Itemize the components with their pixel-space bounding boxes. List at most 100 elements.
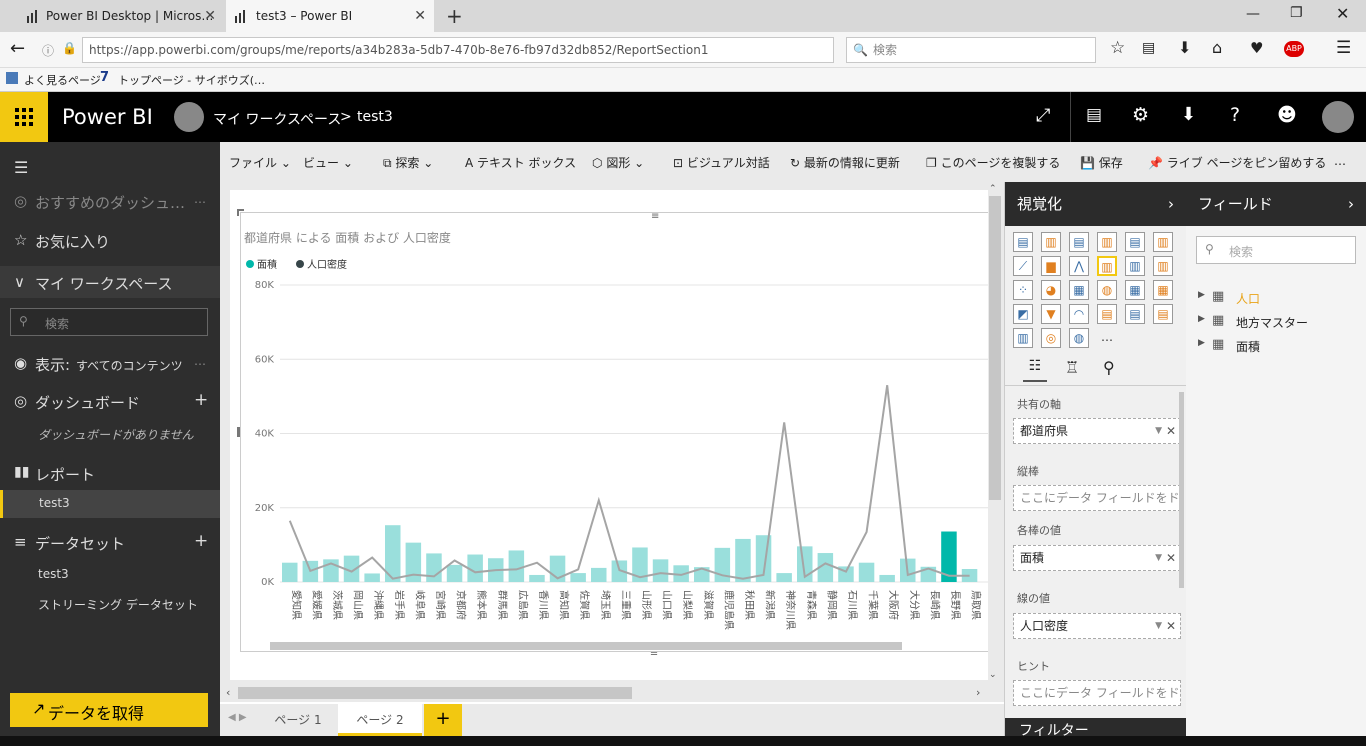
home-icon[interactable]: ⌂ — [1212, 38, 1222, 57]
nav-workspace[interactable]: ∨ マイ ワークスペース — [0, 266, 220, 298]
view-menu[interactable]: ビュー ⌄ — [303, 154, 353, 171]
field-table-item[interactable]: ▶ ▦ 面積 — [1196, 336, 1356, 356]
donut-visual-icon[interactable]: ◎ — [1041, 328, 1061, 348]
multirow-card-visual-icon[interactable]: ▤ — [1125, 304, 1145, 324]
reader-icon[interactable]: ▤ — [1142, 40, 1155, 56]
report-item-test3[interactable]: test3 — [0, 490, 220, 518]
get-data-button[interactable]: ↗ データを取得 — [10, 693, 208, 727]
feedback-icon[interactable]: ☻ — [1277, 104, 1297, 126]
nav-dashboards[interactable]: ダッシュボード — [35, 392, 140, 413]
file-menu[interactable]: ファイル ⌄ — [229, 154, 291, 171]
browser-tab-2[interactable]: test3 – Power BI ✕ — [226, 0, 434, 32]
scatter-visual-icon[interactable]: ⁘ — [1013, 280, 1033, 300]
prev-page-icon[interactable]: ◀ ▶ — [228, 712, 247, 723]
adblock-icon[interactable]: ABP — [1284, 41, 1304, 57]
shared-axis-well[interactable]: 都道府県 ▼ ✕ — [1013, 418, 1181, 444]
tooltips-well[interactable]: ここにデータ フィールドをドラ… — [1013, 680, 1181, 706]
pie-visual-icon[interactable]: ◕ — [1041, 280, 1061, 300]
user-avatar[interactable] — [1322, 101, 1354, 133]
100-column-visual-icon[interactable]: ▥ — [1153, 232, 1173, 252]
maximize-icon[interactable]: ❐ — [1290, 5, 1303, 21]
fields-search-input[interactable]: ⚲ 検索 — [1196, 236, 1356, 264]
pocket-icon[interactable]: ♥ — [1250, 39, 1263, 57]
stacked-bar-visual-icon[interactable]: ▤ — [1013, 232, 1033, 252]
stacked-area-visual-icon[interactable]: ⋀ — [1069, 256, 1089, 276]
help-icon[interactable]: ? — [1230, 104, 1240, 126]
back-icon[interactable]: ← — [10, 38, 25, 59]
new-tab-icon[interactable]: + — [446, 4, 463, 28]
visual-interactions-button[interactable]: ⊡ ビジュアル対話 — [673, 154, 770, 171]
fullscreen-icon[interactable]: ⤢ — [1036, 105, 1050, 126]
scroll-down-icon[interactable]: ⌄ — [989, 670, 997, 680]
toolbar-more-icon[interactable]: … — [1334, 154, 1346, 168]
gear-icon[interactable]: ⚙ — [1132, 104, 1149, 126]
explore-menu[interactable]: ⧉ 探索 ⌄ — [383, 154, 433, 171]
clustered-column-visual-icon[interactable]: ▥ — [1097, 232, 1117, 252]
info-icon[interactable]: ⓘ — [42, 42, 54, 59]
map-visual-icon[interactable]: ◍ — [1097, 280, 1117, 300]
scrollbar-thumb[interactable] — [989, 196, 1001, 500]
100-bar-visual-icon[interactable]: ▤ — [1125, 232, 1145, 252]
add-dashboard-icon[interactable]: + — [194, 390, 208, 410]
area-visual-icon[interactable]: ▆ — [1041, 256, 1061, 276]
shapes-menu[interactable]: ⬡ 図形 ⌄ — [592, 154, 644, 171]
nav-recommended[interactable]: おすすめのダッシュ… — [35, 192, 185, 213]
nav-reports[interactable]: レポート — [35, 464, 95, 485]
scroll-up-icon[interactable]: ⌃ — [989, 184, 997, 194]
column-series-well[interactable]: ここにデータ フィールドをドラ… — [1013, 485, 1181, 511]
chevron-right-icon[interactable]: › — [1348, 182, 1354, 226]
bookmark-frequent[interactable]: よく見るページ — [24, 72, 101, 88]
hamburger-icon[interactable]: ☰ — [14, 158, 28, 177]
app-launcher-icon[interactable] — [0, 92, 48, 142]
bookmark-cybozu[interactable]: トップページ - サイボウズ(… — [118, 72, 265, 88]
matrix-visual-icon[interactable]: ▦ — [1153, 280, 1173, 300]
duplicate-page-button[interactable]: ❐ このページを複製する — [926, 154, 1060, 171]
browser-search-input[interactable]: 🔍 検索 — [846, 37, 1096, 63]
clustered-bar-visual-icon[interactable]: ▤ — [1069, 232, 1089, 252]
nav-view-value[interactable]: すべてのコンテンツ — [76, 357, 183, 374]
page-tab-2[interactable]: ページ 2 — [338, 704, 422, 736]
sidebar-search-input[interactable]: ⚲ 検索 — [10, 308, 208, 336]
chevron-right-icon[interactable]: › — [1168, 182, 1174, 226]
save-button[interactable]: 💾 保存 — [1080, 154, 1123, 171]
nav-favorites[interactable]: お気に入り — [35, 231, 110, 252]
globe-visual-icon[interactable]: ◍ — [1069, 328, 1089, 348]
card-visual-icon[interactable]: ▤ — [1097, 304, 1117, 324]
pane-scrollbar[interactable] — [1179, 392, 1184, 588]
menu-icon[interactable]: ☰ — [1336, 38, 1351, 58]
line-visual-icon[interactable]: ⟋ — [1013, 256, 1033, 276]
filled-map-visual-icon[interactable]: ◩ — [1013, 304, 1033, 324]
format-paintbrush-icon[interactable]: ♖ — [1065, 358, 1079, 377]
gauge-visual-icon[interactable]: ◠ — [1069, 304, 1089, 324]
treemap-visual-icon[interactable]: ▦ — [1069, 280, 1089, 300]
canvas-vertical-scrollbar[interactable]: ⌃ ⌄ — [988, 182, 1002, 684]
star-icon[interactable]: ☆ — [1110, 38, 1125, 58]
kpi-visual-icon[interactable]: ▤ — [1153, 304, 1173, 324]
slicer-visual-icon[interactable]: ▥ — [1013, 328, 1033, 348]
scrollbar-thumb[interactable] — [238, 687, 632, 699]
more-visual-icon[interactable]: … — [1097, 328, 1117, 348]
download-icon[interactable]: ⬇ — [1181, 104, 1196, 125]
dataset-item-test3[interactable]: test3 — [38, 567, 69, 581]
field-table-item[interactable]: ▶ ▦ 人口 — [1196, 288, 1356, 308]
dataset-item-streaming[interactable]: ストリーミング データセット — [38, 596, 198, 613]
pin-page-button[interactable]: 📌 ライブ ページをピン留めする — [1148, 154, 1326, 171]
browser-tab-1[interactable]: Power BI Desktop | Micros… ✕ — [0, 0, 224, 32]
fields-tab-icon[interactable]: ☷ — [1023, 358, 1047, 382]
refresh-button[interactable]: ↻ 最新の情報に更新 — [790, 154, 900, 171]
analytics-icon[interactable]: ⚲ — [1103, 358, 1115, 377]
line-column-visual-icon[interactable]: ▥ — [1097, 256, 1117, 276]
table-visual-icon[interactable]: ▦ — [1125, 280, 1145, 300]
breadcrumb-workspace[interactable]: マイ ワークスペース — [213, 109, 341, 129]
line-values-well[interactable]: 人口密度 ▼ ✕ — [1013, 613, 1181, 639]
textbox-button[interactable]: A テキスト ボックス — [465, 154, 576, 171]
line-column-clustered-visual-icon[interactable]: ▥ — [1125, 256, 1145, 276]
add-page-button[interactable]: + — [424, 704, 462, 736]
field-table-item[interactable]: ▶ ▦ 地方マスター — [1196, 312, 1356, 332]
nav-datasets[interactable]: データセット — [35, 533, 125, 554]
close-tab-icon[interactable]: ✕ — [414, 8, 426, 24]
funnel-visual-icon[interactable]: ▼ — [1041, 304, 1061, 324]
close-window-icon[interactable]: ✕ — [1336, 4, 1349, 23]
minimize-icon[interactable]: — — [1246, 6, 1260, 22]
url-bar[interactable]: https://app.powerbi.com/groups/me/report… — [82, 37, 834, 63]
